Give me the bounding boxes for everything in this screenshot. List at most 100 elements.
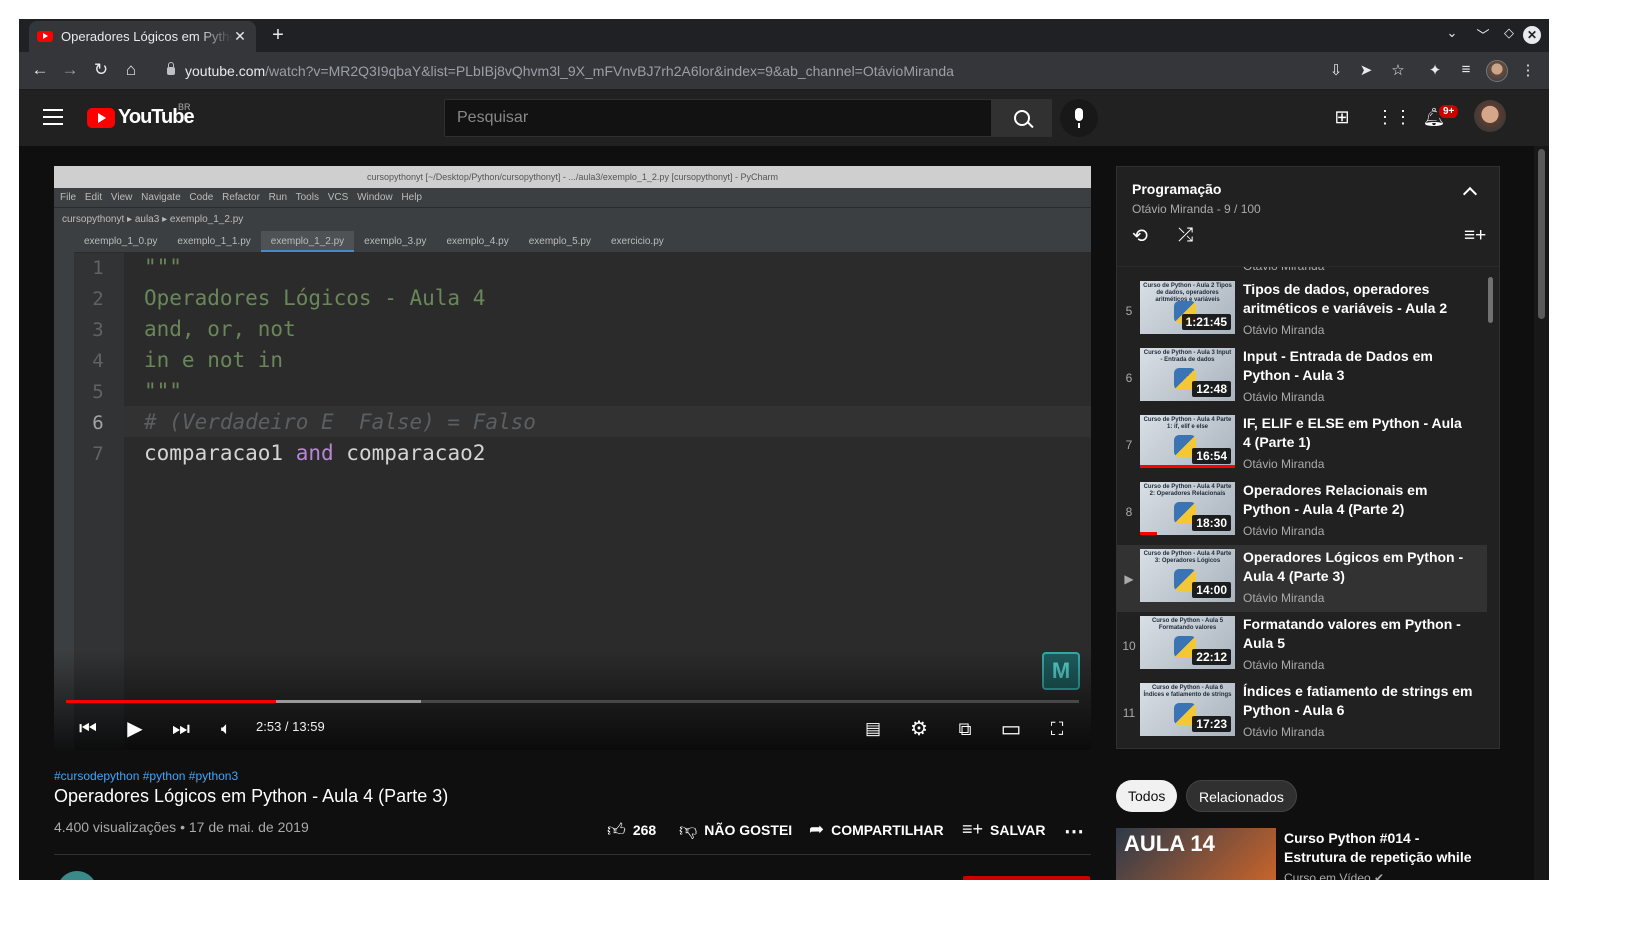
previous-icon[interactable]: ⏮︎ (74, 715, 102, 743)
page-scrollbar[interactable] (1534, 146, 1549, 880)
tab-search-icon[interactable]: ⌄ (1442, 25, 1462, 41)
related-thumbnail[interactable]: AULA 14 (1116, 828, 1276, 880)
chip-related[interactable]: Relacionados (1186, 780, 1297, 812)
code-line: Operadores Lógicos - Aula 4 (144, 286, 486, 310)
playlist-video-title: Índices e fatiamento de strings em Pytho… (1243, 683, 1473, 718)
user-avatar[interactable] (1474, 100, 1506, 132)
fullscreen-icon[interactable]: ⛶ (1043, 715, 1071, 743)
playlist-item[interactable]: 10 Curso de Python - Aula 5 Formatando va… (1117, 612, 1487, 679)
code-line: and, or, not (144, 317, 296, 341)
video-thumbnail[interactable]: Curso de Python - Aula 4 Parte 3: Operad… (1140, 549, 1235, 602)
playlist-item[interactable]: 5 Curso de Python - Aula 2 Tipos de dados… (1117, 277, 1487, 344)
save-label: SALVAR (990, 821, 1046, 838)
playlist-title[interactable]: Programação (1132, 181, 1221, 197)
video-thumbnail[interactable]: Curso de Python - Aula 5 Formatando valo… (1140, 616, 1235, 669)
voice-search-icon[interactable] (1060, 99, 1098, 137)
duration-badge: 18:30 (1192, 515, 1231, 531)
play-icon[interactable]: ▶ (121, 715, 149, 743)
playlist-item[interactable]: 11 Curso de Python - Aula 6 Índices e fat… (1117, 679, 1487, 746)
playlist-item[interactable]: 6 Curso de Python - Aula 3 Input - Entrad… (1117, 344, 1487, 411)
dislike-button[interactable]: 👎︎ NÃO GOSTEI (679, 819, 792, 841)
profile-avatar[interactable] (1486, 60, 1508, 82)
playlist-scrollbar[interactable] (1488, 277, 1493, 323)
video-player[interactable]: cursopythonyt [~/Desktop/Python/cursopyt… (54, 166, 1091, 750)
close-tab-icon[interactable]: ✕ (232, 28, 248, 45)
home-icon[interactable]: ⌂ (120, 60, 142, 80)
maximize-icon[interactable]: ◇ (1499, 25, 1519, 41)
save-button[interactable]: ≡+ SALVAR (962, 819, 1046, 840)
shuffle-icon[interactable]: ⤮ (1178, 225, 1193, 247)
video-thumbnail[interactable]: Curso de Python - Aula 2 Tipos de dados,… (1140, 281, 1235, 334)
playlist-item[interactable]: 7 Curso de Python - Aula 4 Parte 1: if, e… (1117, 411, 1487, 478)
playlist-index: 7 (1125, 438, 1133, 452)
extensions-icon[interactable]: ✦ (1424, 61, 1446, 79)
code-identifier: comparacao2 (333, 441, 486, 465)
thumbnail-text: Curso de Python - Aula 4 Parte 3: Operad… (1143, 551, 1232, 564)
miniplayer-icon[interactable]: ⧉ (951, 715, 979, 743)
ide-tab[interactable]: exemplo_1_0.py (74, 231, 167, 252)
playlist-options-icon[interactable]: ≡+ (1464, 225, 1486, 247)
page-scroll-thumb[interactable] (1538, 149, 1545, 319)
subtitles-icon[interactable]: ▤ (859, 715, 887, 743)
ide-tab[interactable]: exercicio.py (601, 231, 674, 252)
volume-icon[interactable]: 🔈︎ (212, 715, 240, 743)
subscribe-button[interactable] (963, 876, 1090, 880)
create-video-icon[interactable]: ⊞ (1330, 107, 1354, 128)
next-icon[interactable]: ⏭︎ (167, 715, 195, 743)
code-line: """ (144, 379, 182, 403)
progress-bar[interactable] (66, 700, 1079, 703)
browser-menu-icon[interactable]: ⋮ (1517, 61, 1539, 79)
share-button[interactable]: ➦ COMPARTILHAR (809, 819, 944, 840)
time-display: 2:53 / 13:59 (256, 719, 325, 734)
install-icon[interactable]: ⇩ (1325, 61, 1347, 79)
new-tab-icon[interactable]: + (267, 24, 289, 47)
reading-list-icon[interactable]: ≡ (1455, 61, 1477, 78)
video-thumbnail[interactable]: Curso de Python - Aula 4 Parte 1: if, el… (1140, 415, 1235, 468)
settings-gear-icon[interactable]: ⚙ (905, 715, 933, 743)
playlist-video-channel: Otávio Miranda (1243, 591, 1325, 605)
video-thumbnail[interactable]: Curso de Python - Aula 4 Parte 2: Operad… (1140, 482, 1235, 535)
browser-tab[interactable]: Operadores Lógicos em Python - Aula 4 (P… (29, 21, 256, 52)
related-channel[interactable]: Curso em Vídeo ✔ (1284, 871, 1384, 880)
collapse-chevron-icon[interactable] (1462, 186, 1478, 202)
loop-icon[interactable]: ⟲ (1132, 225, 1148, 248)
menu-hamburger-icon[interactable] (43, 109, 63, 125)
ide-tab[interactable]: exemplo_1_2.py (260, 231, 355, 252)
ide-tab[interactable]: exemplo_5.py (519, 231, 601, 252)
related-title[interactable]: Curso Python #014 - Estrutura de repetiç… (1284, 829, 1484, 867)
lock-icon (167, 61, 175, 75)
theater-mode-icon[interactable]: ▭ (997, 715, 1025, 743)
window-close-icon[interactable]: ✕ (1523, 26, 1541, 44)
reload-icon[interactable]: ↻ (90, 60, 112, 80)
tab-title: Operadores Lógicos em Python - Aula 4 (P… (61, 29, 232, 44)
playlist-header: Programação Otávio Miranda - 9 / 100 ⟲ ⤮… (1117, 167, 1499, 267)
forward-icon[interactable]: → (59, 60, 81, 80)
bookmark-star-icon[interactable]: ☆ (1387, 61, 1409, 79)
send-icon[interactable]: ➤ (1355, 61, 1377, 79)
youtube-play-logo-icon (87, 107, 115, 128)
ide-tab[interactable]: exemplo_3.py (354, 231, 436, 252)
video-thumbnail[interactable]: Curso de Python - Aula 3 Input - Entrada… (1140, 348, 1235, 401)
code-line: # (Verdadeiro E False) = Falso (144, 410, 536, 434)
more-actions-icon[interactable]: ⋯ (1064, 819, 1084, 844)
apps-grid-icon[interactable]: ⋮⋮ (1376, 107, 1412, 128)
video-hashtags[interactable]: #cursodepython #python #python3 (54, 769, 238, 783)
youtube-logo[interactable]: YouTube BR (87, 102, 195, 129)
channel-avatar[interactable] (57, 871, 97, 880)
chip-all[interactable]: Todos (1116, 780, 1178, 812)
playlist-item[interactable]: ▶ Curso de Python - Aula 4 Parte 3: Opera… (1117, 545, 1487, 612)
address-bar[interactable]: youtube.com /watch?v=MR2Q3I9qbaY&list=PL… (159, 56, 1324, 85)
video-thumbnail[interactable]: Curso de Python - Aula 6 Índices e fatia… (1140, 683, 1235, 736)
line-number: 3 (92, 319, 104, 341)
playlist-video-channel: Otávio Miranda (1243, 323, 1325, 337)
search-input[interactable]: Pesquisar (444, 99, 992, 137)
search-button[interactable] (992, 99, 1052, 137)
partial-item-bottom[interactable]: While - estrutura de repetição (1117, 746, 1487, 748)
like-button[interactable]: 👍︎ 268 (607, 819, 656, 841)
back-icon[interactable]: ← (29, 60, 51, 80)
minimize-icon[interactable]: ﹀ (1473, 25, 1493, 44)
ide-tab[interactable]: exemplo_1_1.py (167, 231, 260, 252)
played-bar (66, 700, 276, 703)
ide-tab[interactable]: exemplo_4.py (436, 231, 518, 252)
playlist-item[interactable]: 8 Curso de Python - Aula 4 Parte 2: Opera… (1117, 478, 1487, 545)
